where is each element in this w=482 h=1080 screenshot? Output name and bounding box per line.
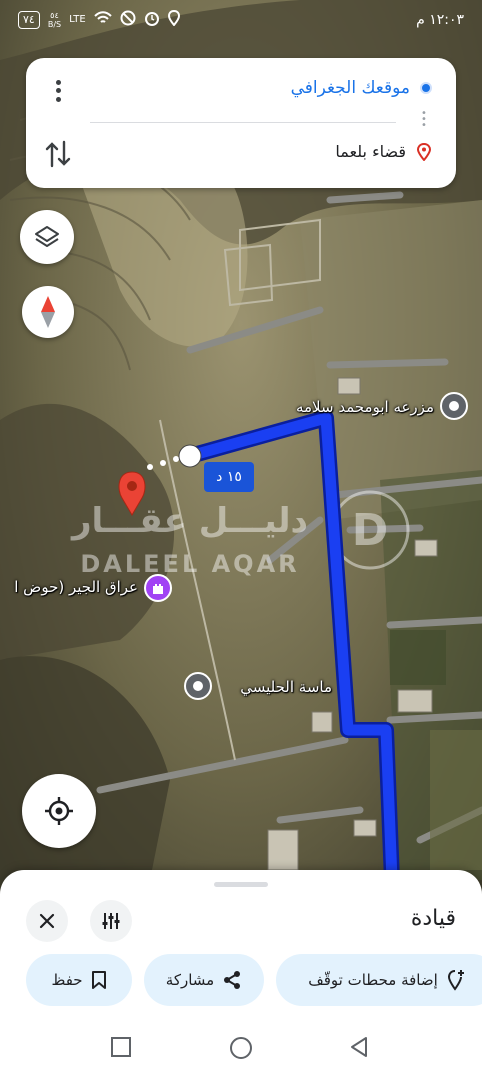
status-bar: ١٢:٠٣ م ٧٤ ٥٤ B/S LTE <box>0 0 482 46</box>
system-navigation-bar <box>0 1012 482 1080</box>
castle-poi-icon[interactable] <box>144 574 172 602</box>
alarm-icon <box>144 10 160 29</box>
irak-label[interactable]: عراق الجير (حوض ا <box>14 578 138 596</box>
origin-dot-icon <box>420 82 432 94</box>
origin-row[interactable]: موقعك الجغرافي <box>291 78 432 98</box>
compass-button[interactable] <box>22 286 74 338</box>
save-button[interactable]: حفظ <box>26 954 132 1006</box>
farm-poi-icon[interactable] <box>440 392 468 420</box>
destination-field[interactable]: قضاء بلعما <box>335 142 406 161</box>
divider <box>90 122 396 123</box>
close-button[interactable] <box>26 900 68 942</box>
layers-icon <box>35 226 59 247</box>
masa-poi-icon[interactable] <box>184 672 212 700</box>
add-location-icon <box>447 970 464 991</box>
watermark: D دليـــل عقـــار DALEEL AQAR <box>70 490 410 578</box>
origin-field[interactable]: موقعك الجغرافي <box>291 78 410 98</box>
save-label: حفظ <box>51 971 83 989</box>
drag-handle[interactable] <box>214 882 268 887</box>
swap-directions-button[interactable] <box>44 138 72 170</box>
masa-label[interactable]: ماسة الحليسي <box>240 678 332 696</box>
my-location-button[interactable] <box>22 774 96 848</box>
route-options-button[interactable] <box>90 900 132 942</box>
farm-label[interactable]: مزرعه ابومحمد سلامه <box>296 398 434 416</box>
tune-icon <box>102 913 120 929</box>
status-icons: ٧٤ ٥٤ B/S LTE <box>18 9 180 29</box>
battery-icon: ٧٤ <box>18 10 40 29</box>
location-icon <box>167 9 180 29</box>
route-dots-icon: • • • <box>421 108 427 131</box>
svg-text:D: D <box>352 505 389 556</box>
home-button[interactable] <box>229 1036 253 1060</box>
back-button[interactable] <box>348 1036 372 1060</box>
my-location-icon <box>45 797 73 825</box>
destination-marker-icon <box>416 142 432 162</box>
destination-row[interactable]: قضاء بلعما <box>335 142 432 162</box>
compass-icon <box>41 296 55 328</box>
network-speed: ٥٤ B/S <box>47 10 62 29</box>
add-stops-button[interactable]: إضافة محطات توقّف <box>276 954 482 1006</box>
layers-button[interactable] <box>20 210 74 264</box>
bookmark-icon <box>91 971 106 989</box>
add-stops-label: إضافة محطات توقّف <box>308 971 438 989</box>
share-button[interactable]: مشاركة <box>144 954 264 1006</box>
close-icon <box>39 913 55 929</box>
share-label: مشاركة <box>165 971 215 989</box>
recents-button[interactable] <box>110 1036 134 1060</box>
watermark-top: دليـــل عقـــار <box>70 501 308 541</box>
status-time: ١٢:٠٣ م <box>416 12 464 28</box>
route-duration-chip[interactable]: ١٥ د <box>204 462 254 492</box>
mode-title: قيادة <box>410 906 456 931</box>
do-not-disturb-icon <box>120 10 136 29</box>
directions-card: موقعك الجغرافي • • • قضاء بلعما <box>26 58 456 188</box>
square-icon <box>111 1037 131 1057</box>
circle-icon <box>230 1037 252 1059</box>
lte-signal-icon: LTE <box>69 14 86 25</box>
more-options-button[interactable] <box>48 78 68 104</box>
back-triangle-icon <box>351 1037 367 1057</box>
wifi-icon <box>94 11 112 28</box>
share-icon <box>224 971 241 989</box>
swap-icon <box>45 140 71 168</box>
watermark-bottom: DALEEL AQAR <box>80 550 299 578</box>
